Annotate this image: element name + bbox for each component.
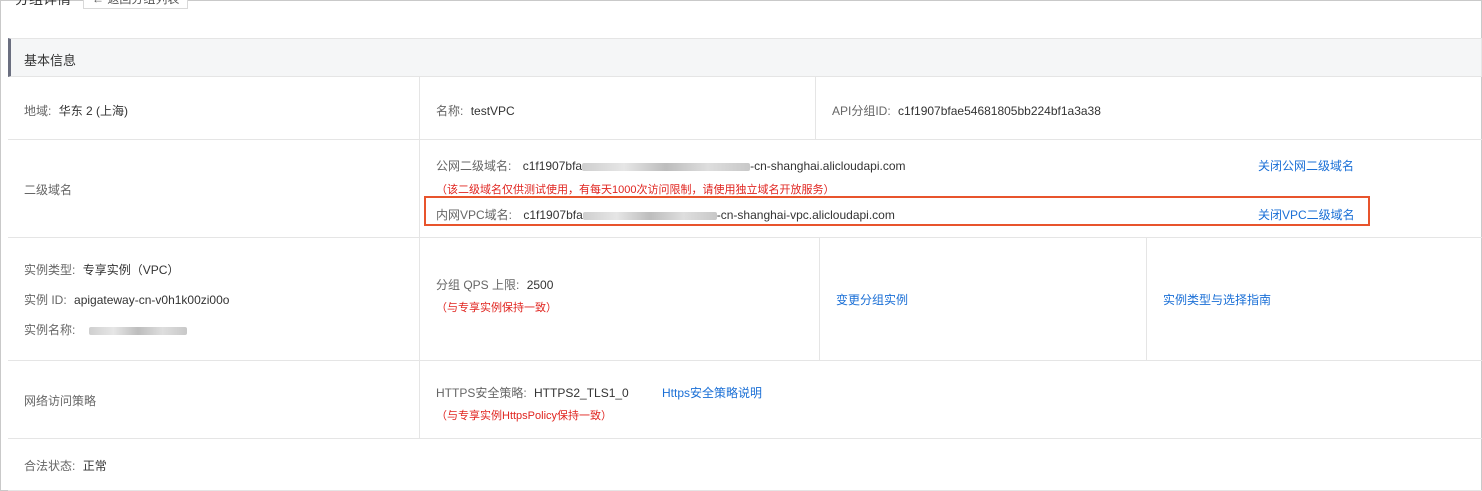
- row-divider: [8, 237, 1482, 238]
- row-divider: [8, 438, 1482, 439]
- qps-value: 2500: [526, 278, 554, 292]
- instance-type-value: 专享实例（VPC）: [82, 263, 180, 277]
- group-id-label: API分组ID:: [832, 104, 891, 118]
- public-subdomain-field: 公网二级域名: c1f1907bfa -cn-shanghai.aliclouda…: [436, 157, 906, 174]
- page-title: 分组详情: [15, 0, 71, 9]
- name-label: 名称:: [436, 104, 464, 118]
- row-divider: [8, 139, 1482, 140]
- row-divider: [8, 360, 1482, 361]
- public-subdomain-prefix: c1f1907bfa: [522, 159, 583, 173]
- info-grid: 地域: 华东 2 (上海) 名称: testVPC API分组ID: c1f19…: [8, 77, 1482, 491]
- https-policy-note: （与专享实例HttpsPolicy保持一致）: [436, 410, 613, 422]
- public-subdomain-suffix: -cn-shanghai.alicloudapi.com: [750, 159, 906, 173]
- region-field: 地域: 华东 2 (上海): [24, 102, 128, 119]
- col-divider: [815, 77, 816, 139]
- instance-id-value: apigateway-cn-v0h1k00zi00o: [74, 293, 230, 307]
- group-id-field: API分组ID: c1f1907bfae54681805bb224bf1a3a3…: [832, 102, 1101, 119]
- back-to-group-list-button[interactable]: ← 返回分组列表: [83, 0, 189, 9]
- col-divider: [1146, 237, 1147, 360]
- instance-type-label: 实例类型:: [24, 263, 76, 277]
- section-title: 基本信息: [24, 53, 77, 68]
- instance-name-label: 实例名称:: [24, 323, 76, 337]
- https-policy-doc-link[interactable]: Https安全策略说明: [662, 384, 762, 401]
- redacted-block: [88, 326, 187, 335]
- vpc-domain-highlight-box: [424, 196, 1370, 226]
- legal-status-label: 合法状态:: [24, 459, 76, 473]
- qps-label: 分组 QPS 上限:: [436, 278, 520, 292]
- subdomain-label: 二级域名: [24, 183, 73, 197]
- instance-name-field: 实例名称:: [24, 321, 187, 338]
- basic-info-header: 基本信息: [8, 38, 1482, 77]
- qps-note: （与专享实例保持一致）: [436, 302, 557, 314]
- instance-id-field: 实例 ID: apigateway-cn-v0h1k00zi00o: [24, 291, 229, 308]
- instance-id-label: 实例 ID:: [24, 293, 67, 307]
- close-public-subdomain-link[interactable]: 关闭公网二级域名: [1258, 157, 1354, 174]
- public-subdomain-label: 公网二级域名:: [436, 159, 512, 173]
- network-access-policy-label: 网络访问策略: [24, 394, 97, 408]
- change-group-instance-link[interactable]: 变更分组实例: [836, 291, 908, 308]
- qps-field: 分组 QPS 上限: 2500: [436, 276, 553, 293]
- redacted-block: [582, 162, 751, 171]
- instance-type-guide-link[interactable]: 实例类型与选择指南: [1163, 291, 1271, 308]
- region-value: 华东 2 (上海): [58, 104, 129, 118]
- region-label: 地域:: [24, 104, 52, 118]
- legal-status-field: 合法状态: 正常: [24, 457, 107, 474]
- top-bar: 分组详情 ← 返回分组列表: [1, 0, 1481, 9]
- name-value: testVPC: [470, 104, 515, 118]
- instance-type-field: 实例类型: 专享实例（VPC）: [24, 261, 179, 278]
- name-field: 名称: testVPC: [436, 102, 515, 119]
- col-divider: [419, 77, 420, 438]
- https-policy-label: HTTPS安全策略:: [436, 386, 527, 400]
- page-frame: 分组详情 ← 返回分组列表 基本信息 地域: 华东 2 (上海) 名称: tes…: [0, 0, 1482, 491]
- group-id-value: c1f1907bfae54681805bb224bf1a3a38: [898, 104, 1101, 118]
- https-policy-field: HTTPS安全策略: HTTPS2_TLS1_0: [436, 384, 629, 401]
- https-policy-value: HTTPS2_TLS1_0: [534, 386, 629, 400]
- col-divider: [819, 237, 820, 360]
- public-subdomain-note: （该二级域名仅供测试使用，有每天1000次访问限制，请使用独立域名开放服务）: [436, 184, 835, 196]
- legal-status-value: 正常: [82, 459, 107, 473]
